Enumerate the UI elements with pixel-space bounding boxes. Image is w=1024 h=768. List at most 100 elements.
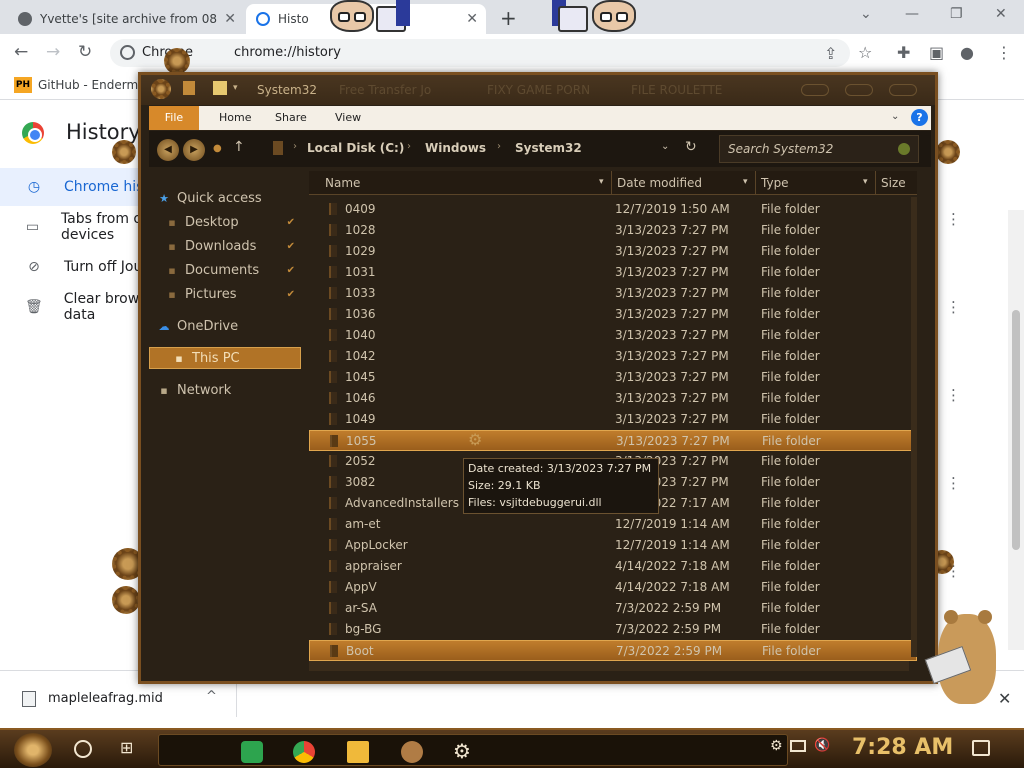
- file-row[interactable]: appraiser 4/14/2022 7:18 AM File folder: [309, 556, 917, 577]
- bookmark-github[interactable]: GitHub - Endermo: [38, 78, 145, 92]
- file-row[interactable]: ar-SA 7/3/2022 2:59 PM File folder: [309, 598, 917, 619]
- close-window-button[interactable]: ✕: [995, 6, 1007, 22]
- search-icon[interactable]: [74, 740, 92, 758]
- nav-desktop[interactable]: ▪ Desktop ✔: [165, 211, 303, 233]
- pin-icon[interactable]: ✔: [287, 217, 295, 228]
- hamster-app-icon[interactable]: [401, 741, 423, 763]
- volume-muted-icon[interactable]: 🔇: [814, 738, 830, 753]
- start-button[interactable]: [14, 733, 52, 767]
- notes-app-icon[interactable]: [241, 741, 263, 763]
- breadcrumb[interactable]: › Local Disk (C:) › Windows › System32: [269, 135, 729, 163]
- breadcrumb-separator-icon[interactable]: ›: [497, 141, 501, 152]
- chrome-menu-icon[interactable]: ⋮: [996, 43, 1012, 62]
- file-row[interactable]: 1036 3/13/2023 7:27 PM File folder: [309, 304, 917, 325]
- new-tab-button[interactable]: +: [500, 6, 517, 30]
- file-row[interactable]: Boot 7/3/2022 2:59 PM File folder: [309, 640, 917, 661]
- nav-documents[interactable]: ▪ Documents ✔: [165, 259, 303, 281]
- up-arrow-icon[interactable]: ↑: [233, 139, 245, 155]
- sort-chevron-icon[interactable]: ▾: [743, 177, 748, 187]
- file-list-vertical-scrollbar[interactable]: [911, 197, 917, 657]
- tab-yvette-archive[interactable]: Yvette's [site archive from 08 ✕: [8, 4, 244, 34]
- system-clock[interactable]: 7:28 AM: [852, 735, 953, 760]
- explorer-search-box[interactable]: Search System32: [719, 135, 919, 163]
- forward-arrow-icon[interactable]: ▶: [183, 139, 205, 161]
- nav-pictures[interactable]: ▪ Pictures ✔: [165, 283, 303, 305]
- pin-icon[interactable]: ✔: [287, 241, 295, 252]
- sort-chevron-icon[interactable]: ▾: [863, 177, 868, 187]
- file-row[interactable]: 1033 3/13/2023 7:27 PM File folder: [309, 283, 917, 304]
- recent-locations-icon[interactable]: ●: [213, 143, 222, 154]
- tab-close-icon[interactable]: ✕: [466, 11, 478, 27]
- extensions-icon[interactable]: ✚: [897, 43, 910, 62]
- tab-close-icon[interactable]: ✕: [224, 11, 236, 27]
- network-tray-icon[interactable]: [790, 740, 806, 752]
- file-explorer-window[interactable]: ▾ System32 Free Transfer Jo FIXY GAME PO…: [138, 72, 938, 684]
- back-arrow-icon[interactable]: ◀: [157, 139, 179, 161]
- reload-icon[interactable]: ↻: [78, 42, 92, 62]
- file-row[interactable]: 1031 3/13/2023 7:27 PM File folder: [309, 262, 917, 283]
- explorer-title-bar[interactable]: ▾ System32 Free Transfer Jo FIXY GAME PO…: [141, 75, 935, 105]
- breadcrumb-local-disk[interactable]: Local Disk (C:): [307, 141, 404, 155]
- address-bar[interactable]: Chrome chrome://history ⇪: [110, 39, 850, 67]
- file-list[interactable]: Name ▾ Date modified ▾ Type ▾ Size 0409 1…: [309, 171, 917, 671]
- side-panel-icon[interactable]: ▣: [929, 43, 944, 62]
- column-header-type[interactable]: Type: [761, 176, 789, 190]
- file-row[interactable]: 1046 3/13/2023 7:27 PM File folder: [309, 388, 917, 409]
- file-row[interactable]: 1040 3/13/2023 7:27 PM File folder: [309, 325, 917, 346]
- file-row[interactable]: 1028 3/13/2023 7:27 PM File folder: [309, 220, 917, 241]
- file-row[interactable]: 1045 3/13/2023 7:27 PM File folder: [309, 367, 917, 388]
- column-divider[interactable]: [611, 171, 612, 195]
- file-row[interactable]: am-et 12/7/2019 1:14 AM File folder: [309, 514, 917, 535]
- new-folder-icon[interactable]: [213, 81, 227, 95]
- ribbon-tab-share[interactable]: Share: [275, 111, 307, 124]
- back-arrow-icon[interactable]: ←: [14, 42, 28, 62]
- forward-arrow-icon[interactable]: →: [46, 42, 60, 62]
- file-list-horizontal-scrollbar[interactable]: [309, 661, 909, 671]
- sort-chevron-icon[interactable]: ▾: [599, 177, 604, 187]
- breadcrumb-separator-icon[interactable]: ›: [293, 141, 297, 152]
- file-row[interactable]: 1055 3/13/2023 7:27 PM File folder: [309, 430, 917, 451]
- more-actions-icon[interactable]: ⋮: [946, 298, 961, 316]
- file-row[interactable]: AppV 4/14/2022 7:18 AM File folder: [309, 577, 917, 598]
- help-icon[interactable]: ?: [911, 109, 928, 126]
- qat-dropdown-icon[interactable]: ▾: [233, 83, 238, 93]
- breadcrumb-windows[interactable]: Windows: [425, 141, 486, 155]
- share-icon[interactable]: ⇪: [824, 44, 837, 63]
- explorer-close-button[interactable]: [889, 84, 917, 96]
- address-dropdown-chevron-icon[interactable]: ⌄: [661, 141, 669, 152]
- search-icon[interactable]: [898, 143, 910, 155]
- explorer-minimize-button[interactable]: [801, 84, 829, 96]
- notifications-icon[interactable]: [972, 740, 990, 756]
- nav-this-pc[interactable]: ▪ This PC: [149, 347, 301, 369]
- file-row[interactable]: bg-BG 7/3/2022 2:59 PM File folder: [309, 619, 917, 640]
- omnibox-url[interactable]: chrome://history: [234, 45, 341, 60]
- file-row[interactable]: 1029 3/13/2023 7:27 PM File folder: [309, 241, 917, 262]
- ribbon-tab-file[interactable]: File: [149, 106, 199, 130]
- file-row[interactable]: 1049 3/13/2023 7:27 PM File folder: [309, 409, 917, 430]
- nav-downloads[interactable]: ▪ Downloads ✔: [165, 235, 303, 257]
- more-actions-icon[interactable]: ⋮: [946, 474, 961, 492]
- minimize-button[interactable]: —: [905, 6, 919, 22]
- breadcrumb-separator-icon[interactable]: ›: [407, 141, 411, 152]
- ribbon-tab-home[interactable]: Home: [219, 111, 251, 124]
- bookmark-star-icon[interactable]: ☆: [858, 43, 872, 62]
- file-row[interactable]: 1042 3/13/2023 7:27 PM File folder: [309, 346, 917, 367]
- settings-gear-icon[interactable]: ⚙: [453, 739, 471, 763]
- more-actions-icon[interactable]: ⋮: [946, 386, 961, 404]
- nav-onedrive[interactable]: ☁ OneDrive: [157, 315, 313, 337]
- ribbon-expand-chevron-icon[interactable]: ⌄: [891, 111, 899, 122]
- pin-icon[interactable]: ✔: [287, 265, 295, 276]
- file-explorer-app-icon[interactable]: [347, 741, 369, 763]
- download-options-chevron-icon[interactable]: ^: [206, 689, 217, 704]
- nav-network[interactable]: ▪ Network: [157, 379, 313, 401]
- scrollbar-thumb[interactable]: [1012, 310, 1020, 550]
- refresh-icon[interactable]: ↻: [685, 139, 697, 155]
- task-view-icon[interactable]: ⊞: [120, 738, 133, 757]
- chrome-app-icon[interactable]: [293, 741, 315, 763]
- restore-button[interactable]: ❐: [950, 6, 963, 22]
- breadcrumb-system32[interactable]: System32: [515, 141, 582, 155]
- column-header-size[interactable]: Size: [881, 176, 906, 190]
- column-header-date[interactable]: Date modified: [617, 176, 702, 190]
- ribbon-tab-view[interactable]: View: [335, 111, 361, 124]
- properties-icon[interactable]: [183, 81, 195, 95]
